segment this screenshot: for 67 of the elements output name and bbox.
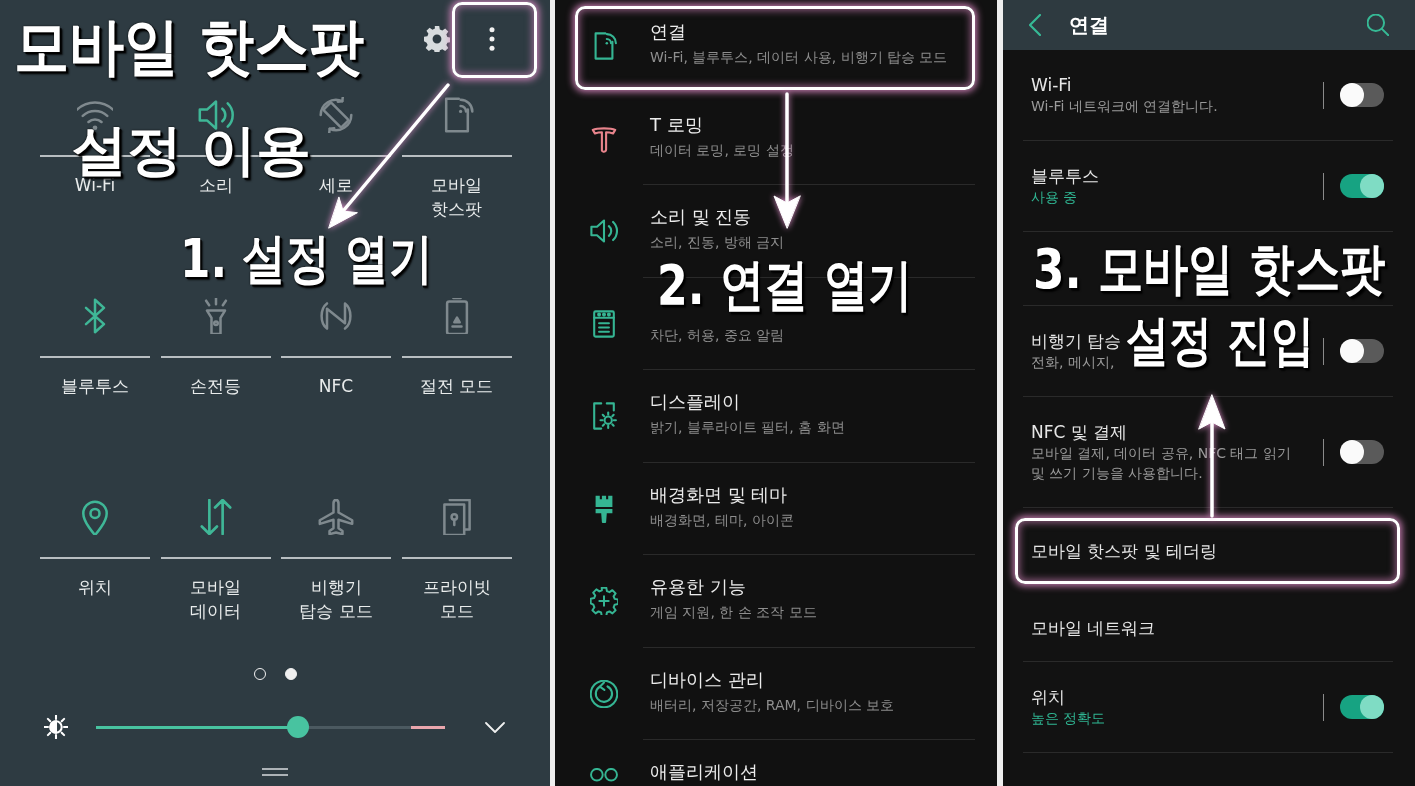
caption-text: 1. 설정 열기 [180,231,434,292]
circular-arrow-icon [590,679,618,708]
tile-label: 비행기 탑승 모드 [299,576,373,623]
tile-label: 절전 모드 [419,375,494,398]
toggle-switch[interactable] [1340,440,1384,464]
tile-label: 모바일 데이터 [190,576,241,623]
caption-text: 설정 진입 [1126,313,1315,374]
item-subtitle: 사용 중 [1031,188,1078,207]
item-title[interactable]: 소리 및 진동 [650,205,752,229]
item-title[interactable]: 배경화면 및 테마 [650,482,788,507]
item-title[interactable]: 비행기 탑승 [1031,330,1122,352]
item-title[interactable]: 모바일 네트워크 [1031,617,1156,639]
circles-icon [590,768,618,782]
item-title[interactable]: Wi-Fi [1031,74,1072,96]
more-icon [489,27,495,51]
up-down-arrows-icon[interactable] [197,499,234,535]
caption-text: 모바일 핫스팟 [14,14,366,84]
notification-panel-icon [590,309,618,338]
toggle-switch[interactable] [1340,83,1384,107]
tile-label: 모바일 핫스팟 [431,174,482,221]
tile-label: NFC [318,375,354,398]
caption-text: 2. 연결 열기 [657,256,914,319]
toggle-switch[interactable] [1340,174,1384,198]
item-subtitle: 배터리, 저장공간, RAM, 디바이스 보호 [650,695,894,715]
slider-thumb[interactable] [287,716,310,738]
screen-title: 연결 [1069,11,1109,39]
brightness-icon [44,715,68,739]
item-title[interactable]: T 로밍 [650,112,703,137]
page-dot-icon[interactable] [284,668,297,680]
drag-handle-icon[interactable] [262,768,288,776]
toggle-switch[interactable] [1340,339,1384,363]
tile-label: 손전등 [190,375,241,398]
back-icon[interactable] [1029,14,1041,36]
tile-label: 블루투스 [61,375,129,398]
item-title[interactable]: 연결 [650,20,686,44]
caption-text: 3. 모바일 핫스팟 [1033,240,1387,303]
slider-end-segment [411,725,445,729]
speaker-icon [590,217,618,245]
item-title[interactable]: 애플리케이션 [650,760,758,784]
item-title[interactable]: 블루투스 [1031,165,1099,187]
item-title[interactable]: 위치 [1031,686,1065,708]
item-subtitle: 배경화면, 테마, 아이콘 [650,510,794,530]
t-shape-icon [590,124,618,153]
airplane-icon[interactable] [318,499,354,535]
gear-plus-icon [590,587,618,615]
tile-label: 위치 [78,576,112,599]
tile-label: 프라이빗 모드 [422,576,491,623]
item-title[interactable]: NFC 및 결제 [1031,421,1128,443]
toggle-switch[interactable] [1340,695,1384,719]
rotation-icon[interactable] [318,97,354,133]
item-subtitle: 차단, 허용, 중요 알림 [650,325,785,345]
item-subtitle: Wi-Fi, 블루투스, 데이터 사용, 비행기 탑승 모드 [650,48,948,67]
item-subtitle: 전화, 메시지, [1031,353,1115,372]
item-subtitle: Wi-Fi 네트워크에 연결합니다. [1031,97,1218,116]
item-subtitle: 밝기, 블루라이트 필터, 홈 화면 [650,418,845,437]
item-subtitle: 소리, 진동, 방해 금지 [650,233,785,252]
chevron-down-icon[interactable] [485,721,505,733]
display-brightness-icon [590,402,618,430]
item-subtitle: 높은 정확도 [1031,709,1106,728]
settings-icon[interactable] [424,26,450,52]
item-title[interactable]: 디바이스 관리 [650,667,764,692]
tile-label: 세로 [319,174,353,197]
item-title[interactable]: 디스플레이 [650,390,740,414]
item-title[interactable]: 유용한 기능 [650,575,746,599]
search-icon[interactable] [1367,14,1389,36]
item-title[interactable]: 모바일 핫스팟 및 테더링 [1031,540,1218,562]
item-subtitle: 게임 지원, 한 손 조작 모드 [650,603,817,622]
